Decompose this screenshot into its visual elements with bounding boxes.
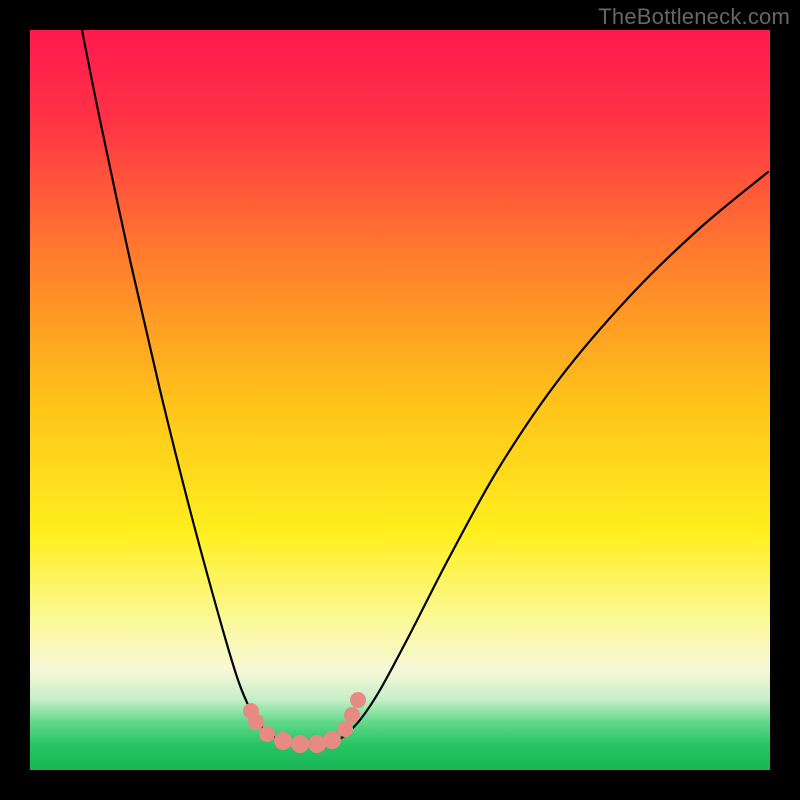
chart-svg <box>0 0 800 800</box>
valley-marker <box>259 726 275 742</box>
valley-marker <box>323 731 341 749</box>
chart-container: TheBottleneck.com <box>0 0 800 800</box>
watermark-text: TheBottleneck.com <box>598 4 790 30</box>
valley-marker <box>350 692 366 708</box>
valley-marker <box>291 735 309 753</box>
valley-marker <box>337 721 353 737</box>
valley-marker <box>248 714 264 730</box>
plot-background <box>30 30 770 770</box>
valley-marker <box>344 707 360 723</box>
valley-marker <box>274 732 292 750</box>
